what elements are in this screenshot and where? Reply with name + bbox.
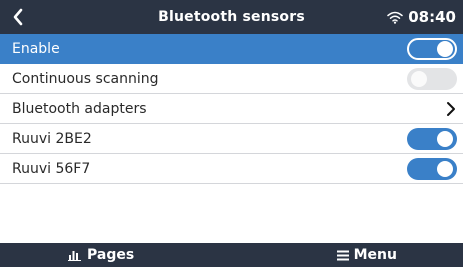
menu-label: Menu <box>353 247 397 263</box>
screen: Bluetooth sensors 08:40 Enable Continuou… <box>0 0 463 267</box>
row-label: Bluetooth adapters <box>12 100 147 117</box>
ruuvi-56f7-toggle[interactable] <box>407 157 457 180</box>
ruuvi-2be2-toggle[interactable] <box>407 127 457 150</box>
settings-list: Enable Continuous scanning Bluetooth ada… <box>0 34 463 184</box>
toggle-knob <box>411 70 427 87</box>
status-area: 08:40 <box>387 0 456 34</box>
bottom-bar: Pages Menu <box>0 243 463 267</box>
toggle-knob <box>437 40 453 57</box>
toggle-knob <box>437 130 453 147</box>
menu-button[interactable]: Menu <box>336 243 397 267</box>
row-bluetooth-adapters[interactable]: Bluetooth adapters <box>0 94 463 124</box>
row-continuous-scanning[interactable]: Continuous scanning <box>0 64 463 94</box>
row-label: Ruuvi 56F7 <box>12 160 91 177</box>
row-ruuvi-2be2[interactable]: Ruuvi 2BE2 <box>0 124 463 154</box>
row-label: Ruuvi 2BE2 <box>12 130 92 147</box>
row-enable[interactable]: Enable <box>0 34 463 64</box>
clock: 08:40 <box>408 8 456 26</box>
chevron-right-icon <box>447 101 455 116</box>
pages-button[interactable]: Pages <box>68 243 134 267</box>
bar-chart-icon <box>68 251 81 261</box>
hamburger-menu-icon <box>336 250 349 260</box>
wifi-icon <box>387 11 403 24</box>
continuous-scanning-toggle[interactable] <box>407 67 457 90</box>
row-label: Enable <box>12 40 60 57</box>
header-bar: Bluetooth sensors 08:40 <box>0 0 463 34</box>
row-ruuvi-56f7[interactable]: Ruuvi 56F7 <box>0 154 463 184</box>
row-label: Continuous scanning <box>12 70 159 87</box>
toggle-knob <box>437 160 453 177</box>
enable-toggle[interactable] <box>407 37 457 60</box>
pages-label: Pages <box>87 247 135 263</box>
